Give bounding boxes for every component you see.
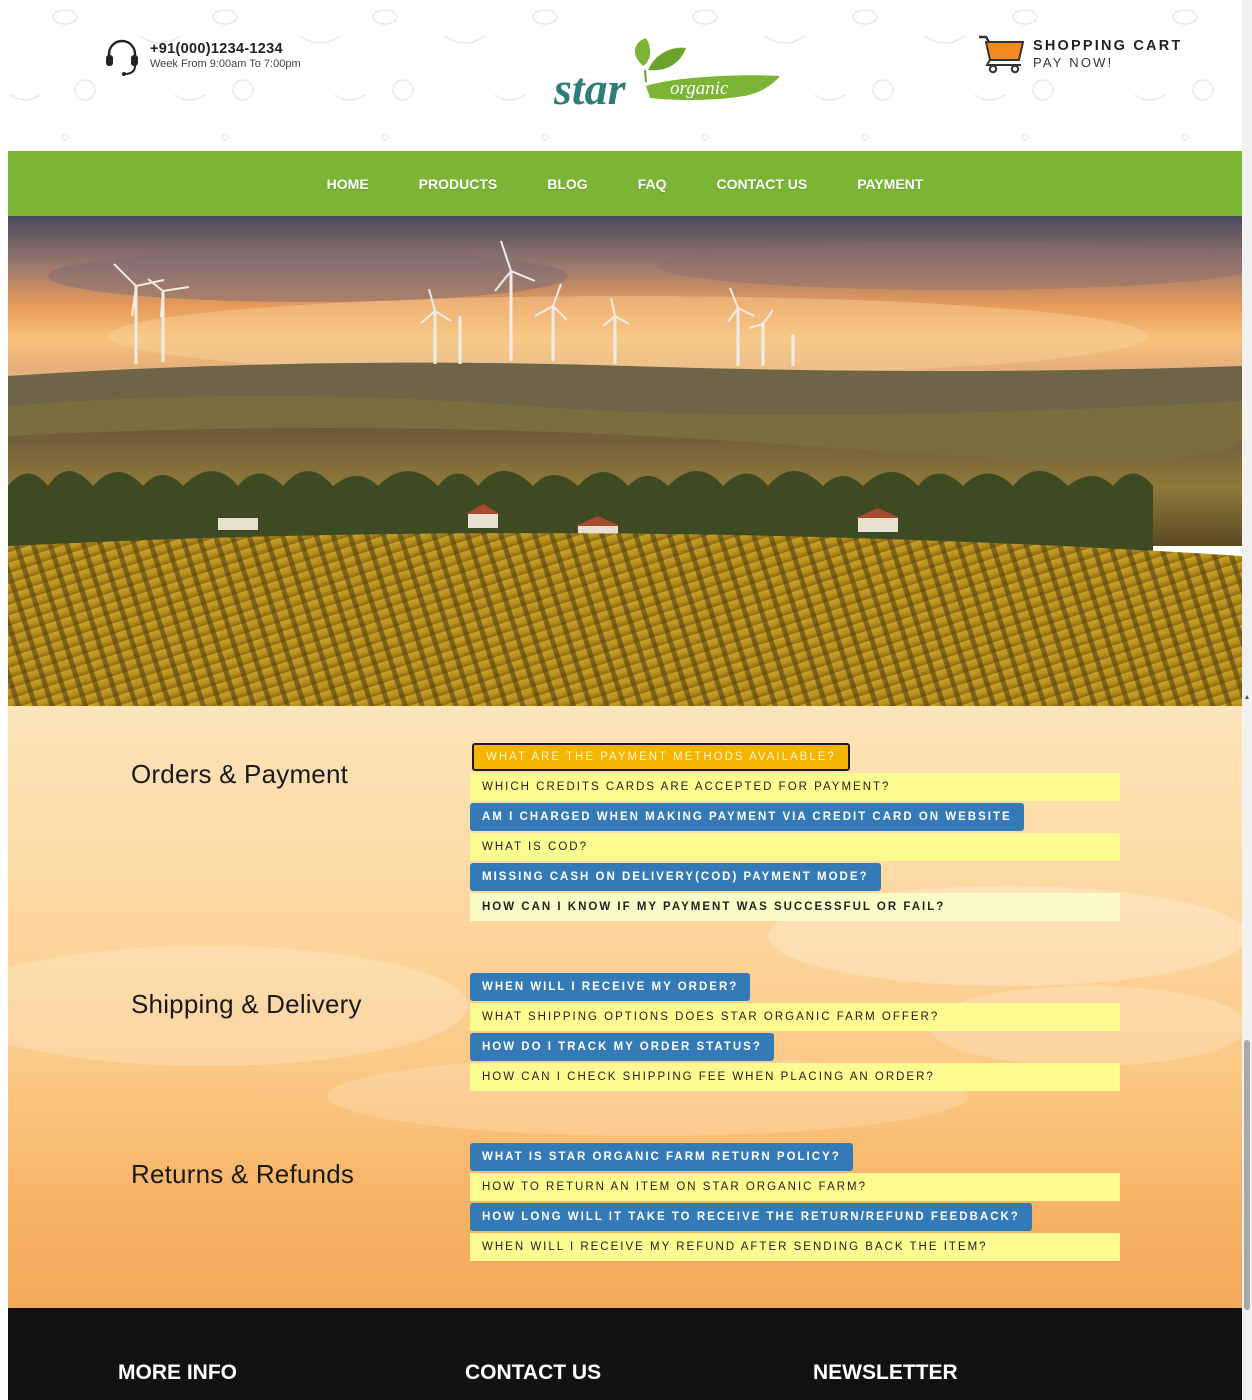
footer-heading-contact-us: CONTACT US [465,1361,602,1384]
faq-question[interactable]: WHAT IS COD? [470,833,1120,861]
faq-question[interactable]: WHAT IS STAR ORGANIC FARM RETURN POLICY? [470,1143,853,1171]
headset-icon [106,39,138,76]
faq-question[interactable]: MISSING CASH ON DELIVERY(COD) PAYMENT MO… [470,863,881,891]
section-title-returns-refunds: Returns & Refunds [131,1159,355,1189]
faq-question[interactable]: HOW LONG WILL IT TAKE TO RECEIVE THE RET… [470,1203,1032,1231]
nav-payment[interactable]: PAYMENT [857,176,923,192]
scroll-thumb[interactable] [1244,1040,1250,1310]
contact-info: +91(000)1234-1234 Week From 9:00am To 7:… [104,36,301,76]
question-list: WHAT IS STAR ORGANIC FARM RETURN POLICY?… [470,1143,1120,1263]
shopping-cart[interactable]: SHOPPING CART PAY NOW! [977,34,1182,74]
shopping-cart-icon [979,35,1025,74]
faq-question[interactable]: WHAT ARE THE PAYMENT METHODS AVAILABLE? [472,743,850,771]
faq-page: +91(000)1234-1234 Week From 9:00am To 7:… [0,0,1252,1400]
nav-products[interactable]: PRODUCTS [419,176,498,192]
svg-text:star: star [553,63,627,114]
section-title-shipping-delivery: Shipping & Delivery [131,989,362,1019]
faq-question[interactable]: WHICH CREDITS CARDS ARE ACCEPTED FOR PAY… [470,773,1120,801]
site-footer: MORE INFO CONTACT US NEWSLETTER [8,1308,1242,1400]
cart-title[interactable]: SHOPPING CART [1033,38,1182,55]
nav-home[interactable]: HOME [327,176,369,192]
faq-question[interactable]: AM I CHARGED WHEN MAKING PAYMENT VIA CRE… [470,803,1024,831]
question-list: WHEN WILL I RECEIVE MY ORDER? WHAT SHIPP… [470,973,1120,1093]
nav-blog[interactable]: BLOG [547,176,587,192]
phone-number[interactable]: +91(000)1234-1234 [150,41,301,58]
faq-question[interactable]: HOW TO RETURN AN ITEM ON STAR ORGANIC FA… [470,1173,1120,1201]
faq-question[interactable]: HOW CAN I KNOW IF MY PAYMENT WAS SUCCESS… [470,893,1120,921]
business-hours: Week From 9:00am To 7:00pm [150,58,301,70]
footer-heading-more-info: MORE INFO [118,1361,237,1384]
section-title-orders-payment: Orders & Payment [131,759,349,789]
faq-question[interactable]: WHEN WILL I RECEIVE MY REFUND AFTER SEND… [470,1233,1120,1261]
hero-banner-image [8,216,1242,706]
faq-section: Orders & Payment WHAT ARE THE PAYMENT ME… [8,706,1242,1308]
star-organic-logo[interactable]: organic star [548,36,784,114]
faq-question[interactable]: WHEN WILL I RECEIVE MY ORDER? [470,973,751,1001]
scroll-up-icon[interactable]: ▲ [1243,694,1251,702]
site-header: +91(000)1234-1234 Week From 9:00am To 7:… [0,0,1242,151]
svg-text:organic: organic [670,78,729,99]
question-list: WHAT ARE THE PAYMENT METHODS AVAILABLE? … [470,743,1120,923]
nav-faq[interactable]: FAQ [638,176,667,192]
page-scrollbar[interactable]: ▲ [1242,0,1252,1400]
main-navigation: HOME PRODUCTS BLOG FAQ CONTACT US PAYMEN… [8,151,1242,216]
footer-heading-newsletter: NEWSLETTER [813,1361,958,1384]
nav-contact-us[interactable]: CONTACT US [716,176,807,192]
faq-question[interactable]: HOW DO I TRACK MY ORDER STATUS? [470,1033,774,1061]
faq-question[interactable]: WHAT SHIPPING OPTIONS DOES STAR ORGANIC … [470,1003,1120,1031]
pay-now-link[interactable]: PAY NOW! [1033,55,1182,70]
faq-question[interactable]: HOW CAN I CHECK SHIPPING FEE WHEN PLACIN… [470,1063,1120,1091]
